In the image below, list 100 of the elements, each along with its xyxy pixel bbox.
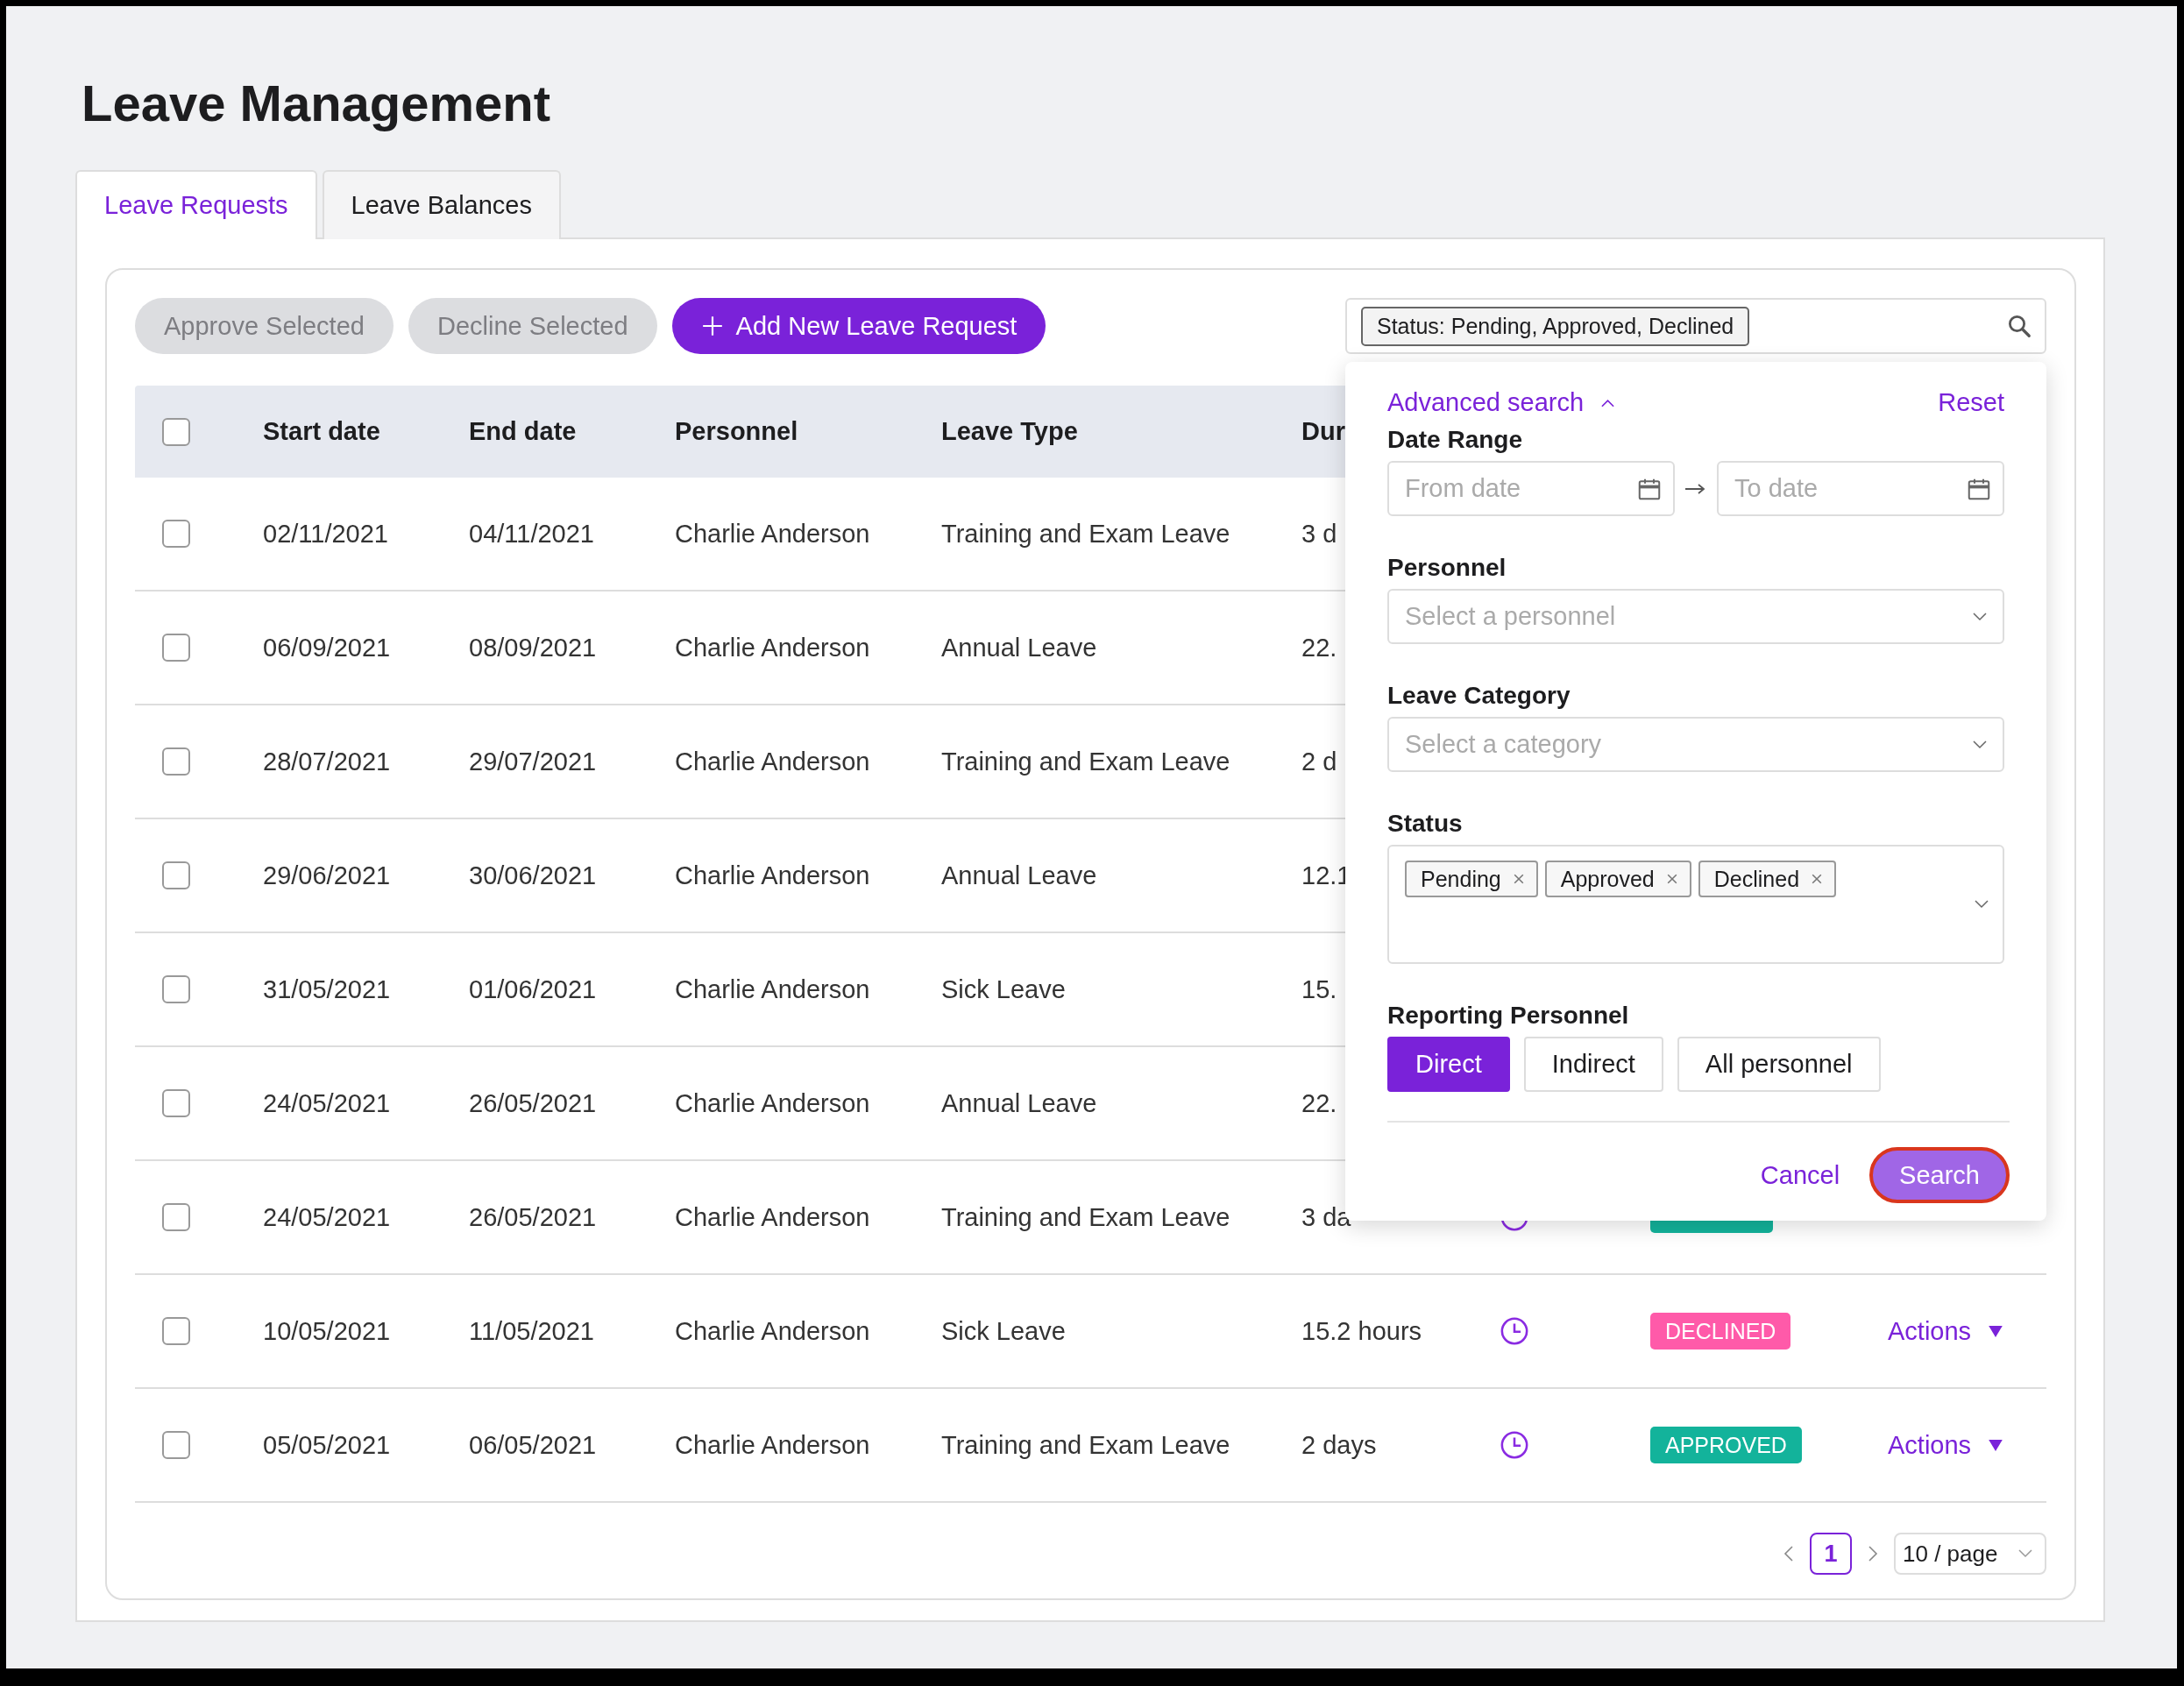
column-header: Start date: [263, 417, 380, 445]
row-checkbox[interactable]: [162, 747, 190, 776]
row-checkbox[interactable]: [162, 1317, 190, 1345]
reporting-option[interactable]: Indirect: [1523, 1037, 1663, 1092]
row-checkbox[interactable]: [162, 975, 190, 1003]
actions-dropdown[interactable]: Actions: [1888, 1316, 2003, 1346]
column-header: Dur: [1301, 417, 1345, 445]
field-label: Date Range: [1387, 426, 1524, 454]
next-page-icon[interactable]: [1868, 1545, 1878, 1562]
search-button[interactable]: Search: [1869, 1147, 2010, 1203]
plus-icon: [700, 315, 724, 337]
select-all-checkbox[interactable]: [162, 417, 190, 446]
arrow-icon: [1685, 483, 1706, 494]
row-checkbox[interactable]: [162, 520, 190, 548]
tab[interactable]: Leave Requests: [75, 170, 317, 239]
table-cell: 04/11/2021: [469, 519, 594, 548]
search-icon[interactable]: [2006, 313, 2032, 339]
close-icon[interactable]: [1666, 874, 1677, 884]
status-badge: APPROVED: [1650, 1427, 1802, 1463]
table-cell: Training and Exam Leave: [941, 519, 1230, 548]
clock-icon: [1500, 1430, 1529, 1460]
field-label: Personnel: [1387, 554, 1507, 582]
row-checkbox[interactable]: [162, 1203, 190, 1231]
table-cell: Annual Leave: [941, 633, 1097, 662]
table-cell: Charlie Anderson: [675, 1088, 870, 1117]
table-cell: 3 d: [1301, 519, 1337, 548]
table-cell: 06/09/2021: [263, 633, 391, 662]
close-icon[interactable]: [1812, 874, 1823, 884]
table-cell: 22.: [1301, 1088, 1337, 1117]
page-title: Leave Management: [82, 74, 552, 133]
chevron-down-icon: [2018, 1549, 2032, 1558]
cancel-button[interactable]: Cancel: [1760, 1160, 1840, 1190]
table-cell: Charlie Anderson: [675, 747, 870, 776]
actions-dropdown[interactable]: Actions: [1888, 1430, 2003, 1460]
table-cell: 29/07/2021: [469, 747, 597, 776]
row-checkbox[interactable]: [162, 1089, 190, 1117]
reset-link[interactable]: Reset: [1938, 388, 2004, 417]
chevron-up-icon: [1601, 398, 1615, 407]
table-cell: 30/06/2021: [469, 861, 597, 889]
tag-label: Approved: [1560, 866, 1655, 892]
table-cell: 31/05/2021: [263, 974, 391, 1003]
table-cell: 24/05/2021: [263, 1088, 391, 1117]
table-cell: 15.2 hours: [1301, 1316, 1422, 1345]
row-checkbox[interactable]: [162, 634, 190, 662]
table-cell: 2 d: [1301, 747, 1337, 776]
table-cell: 26/05/2021: [469, 1088, 597, 1117]
chevron-down-icon: [1975, 900, 1989, 909]
search-field[interactable]: Status: Pending, Approved, Declined: [1345, 298, 2046, 354]
reporting-option[interactable]: All personnel: [1677, 1037, 1881, 1092]
table-cell: 22.: [1301, 633, 1337, 662]
previous-page-icon[interactable]: [1783, 1545, 1794, 1562]
caret-icon: [1989, 1325, 2003, 1337]
page-size-select[interactable]: 10 / page: [1894, 1533, 2046, 1575]
table-cell: Annual Leave: [941, 1088, 1097, 1117]
table-cell: 29/06/2021: [263, 861, 391, 889]
caret-icon: [1989, 1439, 2003, 1451]
close-icon[interactable]: [1513, 874, 1524, 884]
tab[interactable]: Leave Balances: [322, 170, 561, 239]
row-checkbox[interactable]: [162, 1431, 190, 1459]
table-cell: Charlie Anderson: [675, 1430, 870, 1459]
table-cell: 08/09/2021: [469, 633, 597, 662]
status-badge: DECLINED: [1650, 1313, 1791, 1350]
page-button[interactable]: 1: [1810, 1533, 1852, 1575]
table-cell: 28/07/2021: [263, 747, 391, 776]
table-cell: 2 days: [1301, 1430, 1377, 1459]
table-cell: Sick Leave: [941, 974, 1066, 1003]
reporting-option[interactable]: Direct: [1387, 1037, 1510, 1092]
field-label: Reporting Personnel: [1387, 1002, 1630, 1030]
table-cell: 15.: [1301, 974, 1337, 1003]
add-request-button[interactable]: Add New Leave Request: [671, 298, 1046, 354]
table-cell: Charlie Anderson: [675, 974, 870, 1003]
row-checkbox[interactable]: [162, 861, 190, 889]
table-cell: Charlie Anderson: [675, 861, 870, 889]
table-cell: Charlie Anderson: [675, 519, 870, 548]
table-cell: Charlie Anderson: [675, 633, 870, 662]
chevron-down-icon: [1973, 740, 1987, 749]
tag-label: Pending: [1421, 866, 1501, 892]
table-cell: 11/05/2021: [469, 1316, 594, 1345]
table-cell: 24/05/2021: [263, 1202, 391, 1231]
table-cell: 06/05/2021: [469, 1430, 597, 1459]
column-header: Personnel: [675, 417, 798, 445]
column-header: Leave Type: [941, 417, 1078, 445]
table-cell: 10/05/2021: [263, 1316, 391, 1345]
field-label: Status: [1387, 810, 1464, 838]
table-cell: Training and Exam Leave: [941, 1202, 1230, 1231]
table-cell: Sick Leave: [941, 1316, 1066, 1345]
tag-label: Declined: [1713, 866, 1800, 892]
table-cell: Training and Exam Leave: [941, 747, 1230, 776]
status-select[interactable]: Pending Approved Declined: [1387, 845, 2004, 964]
chevron-down-icon: [1973, 612, 1987, 621]
table-cell: 26/05/2021: [469, 1202, 597, 1231]
table-cell: 05/05/2021: [263, 1430, 391, 1459]
clock-icon: [1500, 1316, 1529, 1346]
table-cell: Annual Leave: [941, 861, 1097, 889]
column-header: End date: [469, 417, 577, 445]
advanced-search-toggle[interactable]: Advanced search: [1387, 388, 1615, 417]
table-cell: 01/06/2021: [469, 974, 597, 1003]
table-cell: Charlie Anderson: [675, 1316, 870, 1345]
filter-tag[interactable]: Status: Pending, Approved, Declined: [1361, 306, 1750, 346]
table-cell: Charlie Anderson: [675, 1202, 870, 1231]
